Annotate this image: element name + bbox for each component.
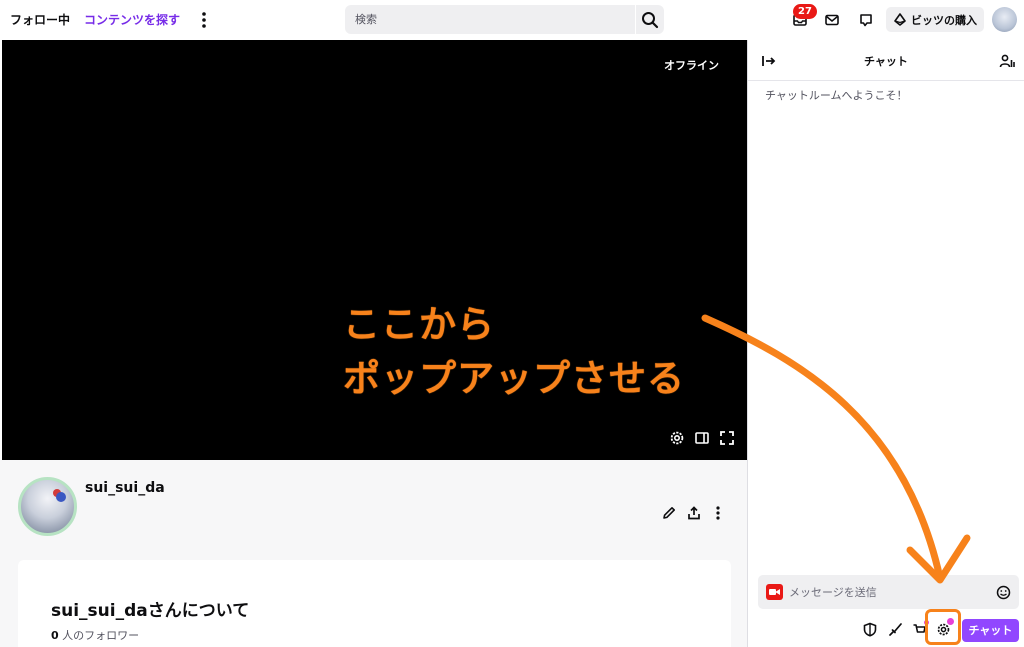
edit-button[interactable] (660, 504, 678, 522)
annotation-text-line2: ポップアップさせる (343, 357, 685, 400)
top-navigation: フォロー中 コンテンツを探す 27 ビッツの購入 (0, 0, 1024, 40)
pencil-icon (663, 507, 675, 519)
mail-icon (825, 14, 839, 26)
fullscreen-icon (720, 431, 734, 445)
chat-title: チャット (864, 55, 908, 68)
moderation-button[interactable] (861, 620, 879, 638)
sword-icon (888, 622, 902, 636)
avatar-flower-decoration (56, 492, 66, 502)
nav-browse-link[interactable]: コンテンツを探す (84, 11, 180, 28)
search-box (345, 5, 635, 34)
channel-info: sui_sui_da sui_sui_daさんについて 0 人のフォロワー (0, 460, 747, 647)
shield-icon (863, 622, 877, 637)
more-options-icon[interactable] (196, 10, 212, 30)
chat-message-input[interactable] (789, 575, 989, 609)
channel-more-button[interactable] (709, 504, 727, 522)
search-input[interactable] (345, 5, 635, 34)
search-icon (642, 11, 659, 28)
users-icon (999, 54, 1015, 68)
channel-avatar[interactable] (18, 477, 77, 536)
about-panel: sui_sui_daさんについて 0 人のフォロワー (18, 560, 731, 647)
camera-icon[interactable] (766, 584, 783, 600)
activity-button[interactable] (856, 10, 876, 30)
share-button[interactable] (685, 504, 703, 522)
chat-header: チャット (748, 40, 1024, 81)
bits-gem-icon (894, 13, 906, 26)
search-button[interactable] (636, 5, 664, 34)
settings-highlight-box (925, 609, 961, 645)
follower-count-value: 0 (51, 629, 59, 642)
theatre-mode-icon (695, 432, 709, 444)
gear-icon (670, 431, 684, 445)
follower-count-label: 人のフォロワー (62, 629, 140, 642)
theatre-mode-button[interactable] (693, 429, 711, 447)
get-bits-button[interactable]: ビッツの購入 (886, 7, 984, 32)
emote-picker-button[interactable] (995, 584, 1011, 600)
follower-count: 0 人のフォロワー (51, 627, 139, 643)
chat-panel: チャット チャットルームへようこそ！ チャット (747, 40, 1024, 647)
chat-welcome-message: チャットルームへようこそ！ (765, 89, 908, 102)
mod-tools-button[interactable] (886, 620, 904, 638)
user-avatar[interactable] (992, 7, 1017, 32)
chat-bubble-icon (860, 14, 872, 27)
whispers-button[interactable] (822, 10, 842, 30)
get-bits-label: ビッツの購入 (911, 13, 977, 27)
community-button[interactable] (998, 52, 1016, 70)
notification-badge: 27 (793, 4, 817, 19)
fullscreen-button[interactable] (718, 429, 736, 447)
chat-send-button[interactable]: チャット (962, 619, 1019, 642)
share-icon (688, 506, 700, 520)
about-title: sui_sui_daさんについて (51, 601, 250, 621)
player-settings-button[interactable] (668, 429, 686, 447)
channel-name[interactable]: sui_sui_da (85, 480, 165, 496)
chat-input-container (758, 575, 1019, 609)
annotation-text-line1: ここから (343, 303, 495, 346)
more-vertical-icon (716, 506, 720, 520)
offline-label: オフライン (664, 59, 719, 72)
smiley-icon (996, 585, 1010, 599)
nav-following-link[interactable]: フォロー中 (10, 11, 70, 28)
